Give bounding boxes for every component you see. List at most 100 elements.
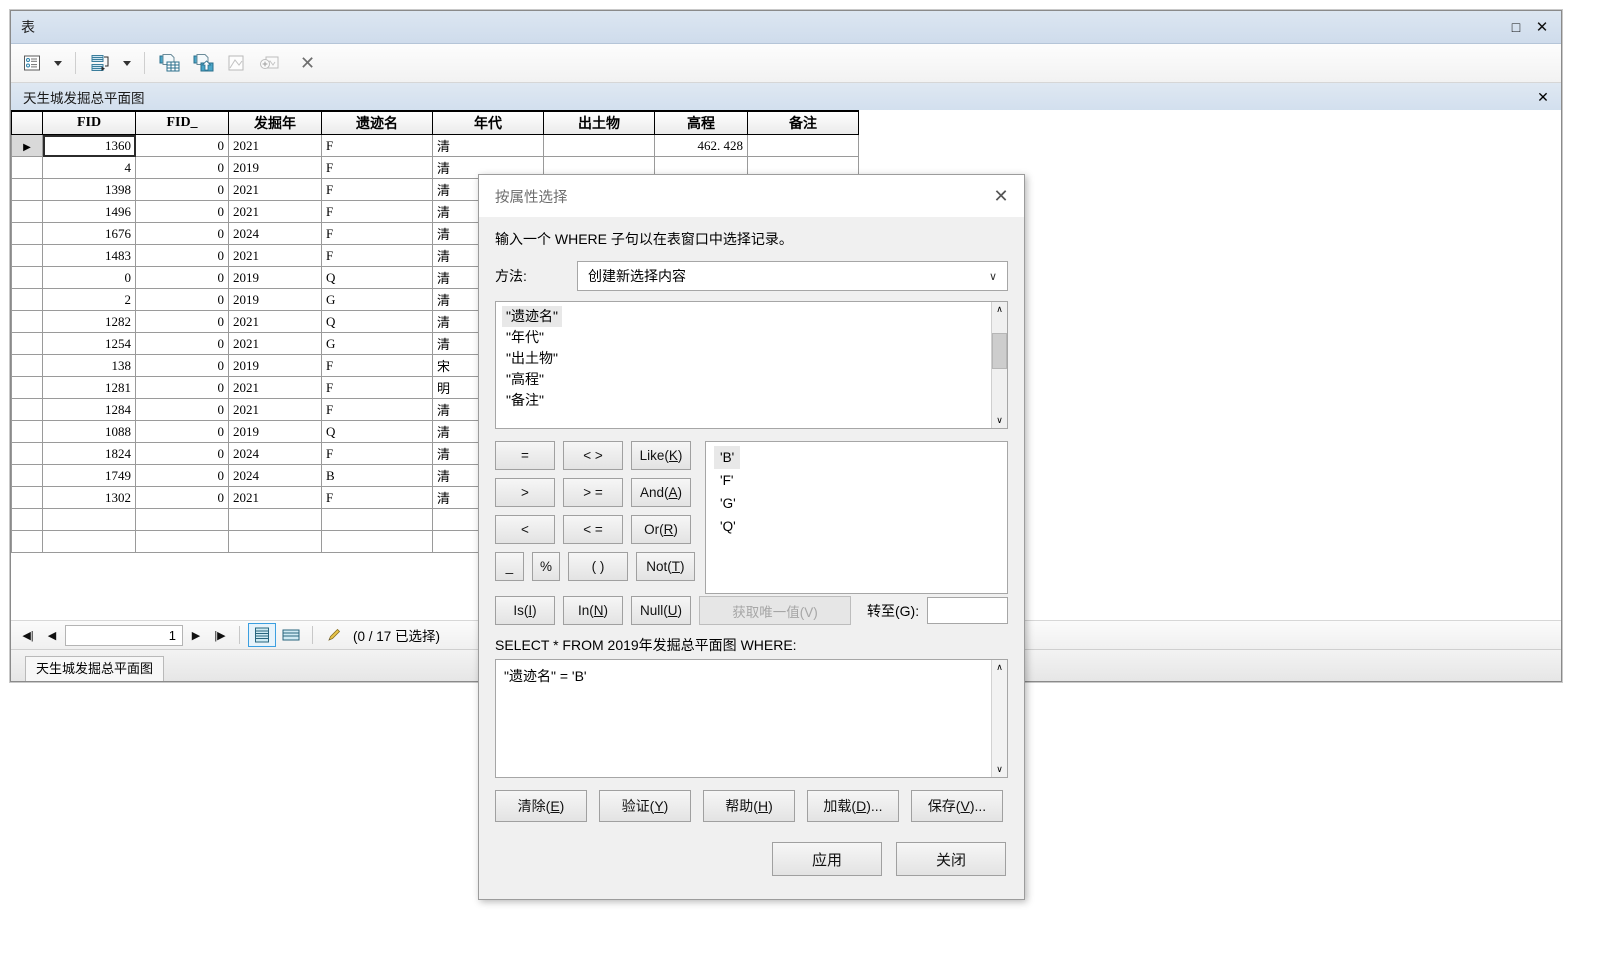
row-selector-cell[interactable]: [11, 310, 43, 333]
column-header-year[interactable]: 发掘年: [228, 110, 322, 135]
cell-year[interactable]: 2021: [228, 200, 322, 223]
op-less-equals[interactable]: < =: [563, 515, 623, 544]
first-record-button[interactable]: ◀|: [17, 625, 39, 645]
cell-site[interactable]: F: [321, 200, 433, 223]
cell-remark[interactable]: [747, 134, 859, 157]
cell-fid[interactable]: 138: [42, 354, 136, 377]
cell-fid[interactable]: 1284: [42, 398, 136, 421]
dialog-close-icon[interactable]: ✕: [986, 182, 1016, 210]
cell-site[interactable]: F: [321, 442, 433, 465]
field-list-item[interactable]: "出土物": [502, 348, 1007, 369]
op-greater[interactable]: >: [495, 478, 555, 507]
cell-fid[interactable]: 1824: [42, 442, 136, 465]
cell-fid[interactable]: 1676: [42, 222, 136, 245]
unique-value-item[interactable]: 'F': [714, 469, 1007, 492]
cell-fid2[interactable]: 0: [135, 486, 229, 509]
cell-year[interactable]: 2021: [228, 398, 322, 421]
cell-elev[interactable]: 462. 428: [654, 134, 748, 157]
row-selector-cell[interactable]: [11, 376, 43, 399]
cell-fid2[interactable]: 0: [135, 376, 229, 399]
cell-fid2[interactable]: 0: [135, 266, 229, 289]
cell-fid2[interactable]: 0: [135, 442, 229, 465]
tab-close-icon[interactable]: ✕: [1531, 86, 1555, 108]
row-selector-cell[interactable]: [11, 200, 43, 223]
row-selector-cell[interactable]: [11, 486, 43, 509]
unique-value-item[interactable]: 'G': [714, 492, 1007, 515]
op-parens[interactable]: ( ): [568, 552, 628, 581]
verify-button[interactable]: 验证(Y): [599, 790, 691, 822]
column-header-site[interactable]: 遗迹名: [321, 110, 433, 135]
cell-year[interactable]: 2024: [228, 442, 322, 465]
get-unique-values-button[interactable]: 获取唯一值(V): [699, 596, 851, 625]
cell-year[interactable]: 2021: [228, 244, 322, 267]
method-select[interactable]: 创建新选择内容 ∨: [577, 261, 1008, 291]
op-underscore[interactable]: _: [495, 552, 524, 581]
cell-fid2[interactable]: 0: [135, 200, 229, 223]
op-percent[interactable]: %: [531, 552, 561, 581]
row-selector-cell[interactable]: [11, 156, 43, 179]
cell-fid[interactable]: 0: [42, 266, 136, 289]
column-header-elev[interactable]: 高程: [654, 110, 748, 135]
row-selector-cell[interactable]: [11, 178, 43, 201]
cell-fid[interactable]: 1282: [42, 310, 136, 333]
cell-year[interactable]: 2021: [228, 376, 322, 399]
next-record-button[interactable]: ▶: [185, 625, 207, 645]
cell-site[interactable]: G: [321, 332, 433, 355]
record-number-input[interactable]: 1: [65, 624, 183, 646]
clear-button[interactable]: 清除(E): [495, 790, 587, 822]
cell-fid[interactable]: 1483: [42, 244, 136, 267]
cell-fid2[interactable]: 0: [135, 178, 229, 201]
column-header-era[interactable]: 年代: [432, 110, 544, 135]
cell-fid2[interactable]: 0: [135, 156, 229, 179]
view-all-records-button[interactable]: [248, 623, 276, 647]
previous-record-button[interactable]: ◀: [41, 625, 63, 645]
cell-site[interactable]: F: [321, 178, 433, 201]
close-icon[interactable]: ✕: [1529, 15, 1555, 39]
scroll-up-icon[interactable]: ∧: [992, 302, 1007, 317]
help-button[interactable]: 帮助(H): [703, 790, 795, 822]
cell-site[interactable]: B: [321, 464, 433, 487]
op-greater-equals[interactable]: > =: [563, 478, 623, 507]
cell-fid[interactable]: 1302: [42, 486, 136, 509]
column-header-artifact[interactable]: 出土物: [543, 110, 655, 135]
field-list[interactable]: "遗迹名" "年代" "出土物" "高程" "备注" ∧ ∨: [495, 301, 1008, 429]
cell-fid2[interactable]: 0: [135, 222, 229, 245]
cell-year[interactable]: 2024: [228, 464, 322, 487]
last-record-button[interactable]: |▶: [209, 625, 231, 645]
cell-fid2[interactable]: 0: [135, 420, 229, 443]
cell-fid[interactable]: 1496: [42, 200, 136, 223]
cell-year[interactable]: 2021: [228, 486, 322, 509]
field-list-scrollbar[interactable]: ∧ ∨: [991, 302, 1007, 428]
op-and[interactable]: And(A): [631, 478, 691, 507]
cell-fid2[interactable]: 0: [135, 310, 229, 333]
row-selector-cell[interactable]: [11, 464, 43, 487]
related-tables-dropdown[interactable]: [123, 60, 131, 66]
cell-year[interactable]: 2019: [228, 354, 322, 377]
cell-year[interactable]: 2019: [228, 288, 322, 311]
cell-year[interactable]: 2021: [228, 178, 322, 201]
row-selector-cell[interactable]: [11, 420, 43, 443]
cell-site[interactable]: F: [321, 244, 433, 267]
cell-fid2[interactable]: 0: [135, 134, 229, 157]
cell-fid2[interactable]: 0: [135, 332, 229, 355]
column-header-fid[interactable]: FID: [42, 110, 136, 135]
table-options-button[interactable]: [19, 48, 45, 78]
sql-where-textarea[interactable]: "遗迹名" = 'B' ∧ ∨: [495, 659, 1008, 778]
cell-site[interactable]: F: [321, 398, 433, 421]
table-tab-label[interactable]: 天生城发掘总平面图: [23, 87, 1531, 107]
cell-site[interactable]: G: [321, 288, 433, 311]
cell-year[interactable]: 2019: [228, 156, 322, 179]
field-list-item[interactable]: "年代": [502, 327, 1007, 348]
unique-value-item[interactable]: 'Q': [714, 515, 1007, 538]
scroll-down-icon[interactable]: ∨: [992, 413, 1007, 428]
load-button[interactable]: 加载(D)...: [807, 790, 899, 822]
cell-year[interactable]: 2021: [228, 310, 322, 333]
cell-fid2[interactable]: 0: [135, 354, 229, 377]
scroll-thumb[interactable]: [992, 333, 1007, 369]
row-selector-cell[interactable]: [11, 398, 43, 421]
op-less[interactable]: <: [495, 515, 555, 544]
add-field-button[interactable]: [255, 48, 285, 78]
column-header-fid2[interactable]: FID_: [135, 110, 229, 135]
table-row[interactable]: ▶ 1360 0 2021 F 清 462. 428: [11, 134, 859, 157]
cell-year[interactable]: 2019: [228, 266, 322, 289]
